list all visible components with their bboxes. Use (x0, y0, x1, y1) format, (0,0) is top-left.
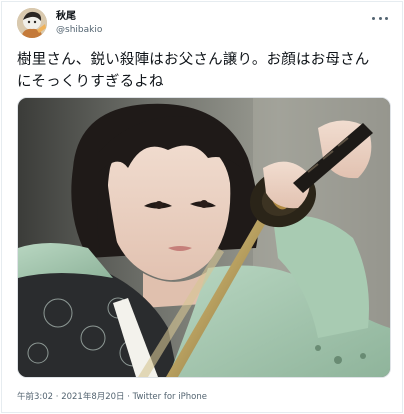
tweet-text: 樹里さん、鋭い殺陣はお父さん譲り。お顔はお母さん にそっくりすぎるよね (17, 52, 370, 90)
tweet-photo[interactable] (17, 97, 391, 378)
tweet-card: 秋尾 @shibakio 樹里さん、鋭い殺陣はお父さん譲り。お顔はお母さん にそ… (1, 1, 403, 413)
tweet-source[interactable]: Twitter for iPhone (133, 392, 207, 402)
more-horizontal-icon (372, 16, 375, 20)
meta-separator: · (124, 392, 133, 402)
photo-samurai-with-katana (18, 98, 390, 377)
avatar-image (17, 8, 47, 38)
more-options-button[interactable] (372, 12, 388, 24)
author-handle[interactable]: @shibakio (56, 24, 102, 36)
tweet-time[interactable]: 午前3:02 (17, 392, 53, 402)
avatar[interactable] (17, 8, 47, 38)
author-display-name[interactable]: 秋尾 (56, 11, 76, 23)
meta-separator: · (53, 392, 62, 402)
tweet-metadata: 午前3:02 · 2021年8月20日 · Twitter for iPhone (17, 391, 207, 403)
tweet-date[interactable]: 2021年8月20日 (61, 392, 124, 402)
